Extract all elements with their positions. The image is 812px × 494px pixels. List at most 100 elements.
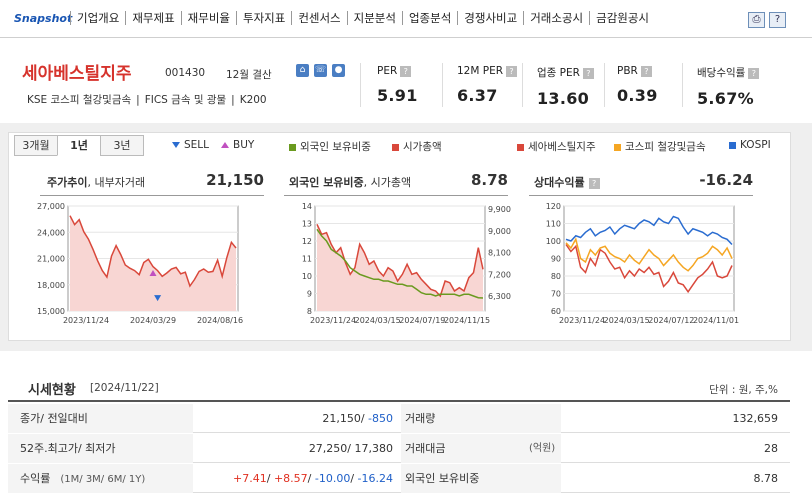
top-nav: Snapshot 기업개요 재무제표 재무비율 투자지표 컨센서스 지분분석 업…: [0, 0, 812, 38]
legend-mcap: 시가총액: [392, 139, 442, 154]
nav-tab-industry[interactable]: 업종분석: [401, 11, 457, 25]
y-tick-label: 100: [546, 237, 561, 246]
relative-value: -16.24: [699, 171, 753, 189]
unit-text: (억원): [529, 443, 556, 454]
close-price-value: 21,150/ -850: [193, 404, 401, 433]
row-label: 거래대금 (억원): [401, 434, 561, 463]
x-tick-label: 2023/11/24: [310, 316, 356, 325]
metric-12m-per: 12M PER? 6.37: [457, 65, 518, 105]
tab-3y[interactable]: 3년: [100, 135, 144, 156]
help-icon[interactable]: ?: [748, 67, 760, 79]
x-tick-label: 2024/07/19: [399, 316, 445, 325]
y-tick-label: 15,000: [37, 307, 65, 316]
company-header: 세아베스틸지주 001430 12월 결산 ⌂ ☏ ● KSE 코스피 철강및금…: [0, 39, 812, 123]
foreign-ownership-chart: 14 13 12 11 10 9 8 9,900 9,000 8,100 7,200 6,300 202…: [302, 202, 511, 325]
metric-dividend-yield: 배당수익률? 5.67%: [697, 65, 760, 108]
row-label: 수익률 (1M/ 3M/ 6M/ 1Y): [8, 464, 193, 493]
relative-chart-title: 상대수익률?: [534, 174, 600, 190]
nav-tab-exchange-disclosure[interactable]: 거래소공시: [523, 11, 589, 25]
legend-swatch: [614, 143, 621, 151]
title-text: 상대수익률: [534, 176, 585, 189]
legend-buy: BUY: [221, 139, 254, 151]
y-tick-label: 10: [302, 272, 312, 281]
nav-tab-investment[interactable]: 투자지표: [235, 11, 291, 25]
y-tick-label: 60: [551, 307, 561, 316]
metric-value: 5.67%: [697, 89, 755, 108]
nav-tab-overview[interactable]: 기업개요: [70, 11, 125, 25]
help-icon[interactable]: ?: [640, 65, 652, 77]
summary-unit: 단위 : 원, 주,%: [709, 384, 778, 396]
legend-kospi: KOSPI: [729, 139, 771, 151]
snapshot-logo[interactable]: Snapshot: [14, 12, 72, 25]
print-icon[interactable]: ⎙: [748, 12, 765, 28]
buy-marker-icon: [221, 142, 229, 148]
legend-label: BUY: [233, 139, 255, 151]
y-tick-label: 70: [551, 290, 561, 299]
title-sub: , 내부자거래: [87, 176, 146, 189]
y-tick-label: 24,000: [37, 228, 65, 237]
returns-value: +7.41/ +8.57/ -10.00/ -16.24: [233, 472, 393, 485]
y-tick-label: 12: [302, 237, 312, 246]
y2-tick-label: 7,200: [488, 270, 511, 279]
legend-label: 외국인 보유비중: [300, 141, 371, 153]
market-sector: KSE 코스피 철강및금속: [27, 94, 132, 106]
y-tick-label: 11: [302, 255, 312, 264]
divider: [682, 63, 683, 107]
legend-sell: SELL: [172, 139, 209, 151]
y2-tick-label: 9,900: [488, 205, 511, 214]
y-tick-label: 21,000: [37, 255, 65, 264]
home-icon[interactable]: ⌂: [296, 64, 309, 77]
nav-tab-shareholders[interactable]: 지분분석: [346, 11, 402, 25]
return-1m: +7.41: [233, 472, 267, 485]
index-membership: K200: [239, 94, 267, 106]
x-tick-label: 2023/11/24: [63, 316, 109, 325]
price-change: -850: [368, 412, 393, 425]
x-tick-label: 2024/03/29: [130, 316, 176, 325]
row-label: 52주.최고가/ 최저가: [8, 434, 193, 463]
company-name: 세아베스틸지주: [22, 64, 132, 84]
y-tick-label: 14: [302, 202, 312, 211]
divider: [529, 195, 753, 196]
settlement-month: 12월 결산: [226, 69, 272, 81]
company-links: ⌂ ☏ ●: [296, 64, 345, 77]
foreign-ownership-value: 8.78: [753, 472, 779, 485]
y2-tick-label: 6,300: [488, 292, 511, 301]
x-tick-label: 2024/11/15: [444, 316, 490, 325]
metric-value: 0.39: [617, 86, 658, 105]
divider: [604, 63, 605, 107]
divider: [284, 195, 508, 196]
help-icon[interactable]: ?: [588, 178, 600, 189]
metric-label: PBR: [617, 65, 638, 77]
nav-tab-fss-disclosure[interactable]: 금감원공시: [589, 11, 655, 25]
nav-tab-peers[interactable]: 경쟁사비교: [457, 11, 523, 25]
metric-per: PER? 5.91: [377, 65, 418, 105]
phone-icon[interactable]: ☏: [314, 64, 327, 77]
nav-tab-financials[interactable]: 재무제표: [125, 11, 180, 25]
title-sub: , 시가총액: [363, 176, 412, 189]
label-text: 수익률: [20, 472, 51, 485]
y-tick-label: 18,000: [37, 281, 65, 290]
y-tick-label: 80: [551, 272, 561, 281]
help-icon[interactable]: ?: [400, 65, 412, 77]
y-tick-label: 8: [307, 307, 312, 316]
company-info: KSE 코스피 철강및금속 | FICS 금속 및 광물 | K200: [22, 92, 272, 107]
title-text: 주가추이: [47, 176, 88, 189]
nav-tab-consensus[interactable]: 컨센서스: [291, 11, 346, 25]
tab-3m[interactable]: 3개월: [14, 135, 58, 156]
y-tick-label: 27,000: [37, 202, 65, 211]
relative-return-chart: 120110100908070602023/11/242024/03/15202…: [546, 202, 739, 325]
legend-company: 세아베스틸지주: [517, 139, 596, 154]
y-tick-label: 13: [302, 220, 312, 229]
metric-label: PER: [377, 65, 398, 77]
help-icon[interactable]: ?: [582, 67, 594, 79]
return-3m: +8.57: [273, 472, 308, 485]
table-row: 52주.최고가/ 최저가 27,250/ 17,380 거래대금 (억원) 28: [8, 434, 790, 463]
help-icon[interactable]: ?: [506, 65, 518, 77]
location-icon[interactable]: ●: [332, 64, 345, 77]
legend-sector: 코스피 철강및금속: [614, 139, 706, 154]
help-icon[interactable]: ?: [769, 12, 786, 28]
nav-tab-ratios[interactable]: 재무비율: [180, 11, 236, 25]
legend-swatch: [729, 141, 736, 149]
sell-marker-icon: [172, 142, 180, 148]
tab-1y[interactable]: 1년: [57, 135, 101, 156]
